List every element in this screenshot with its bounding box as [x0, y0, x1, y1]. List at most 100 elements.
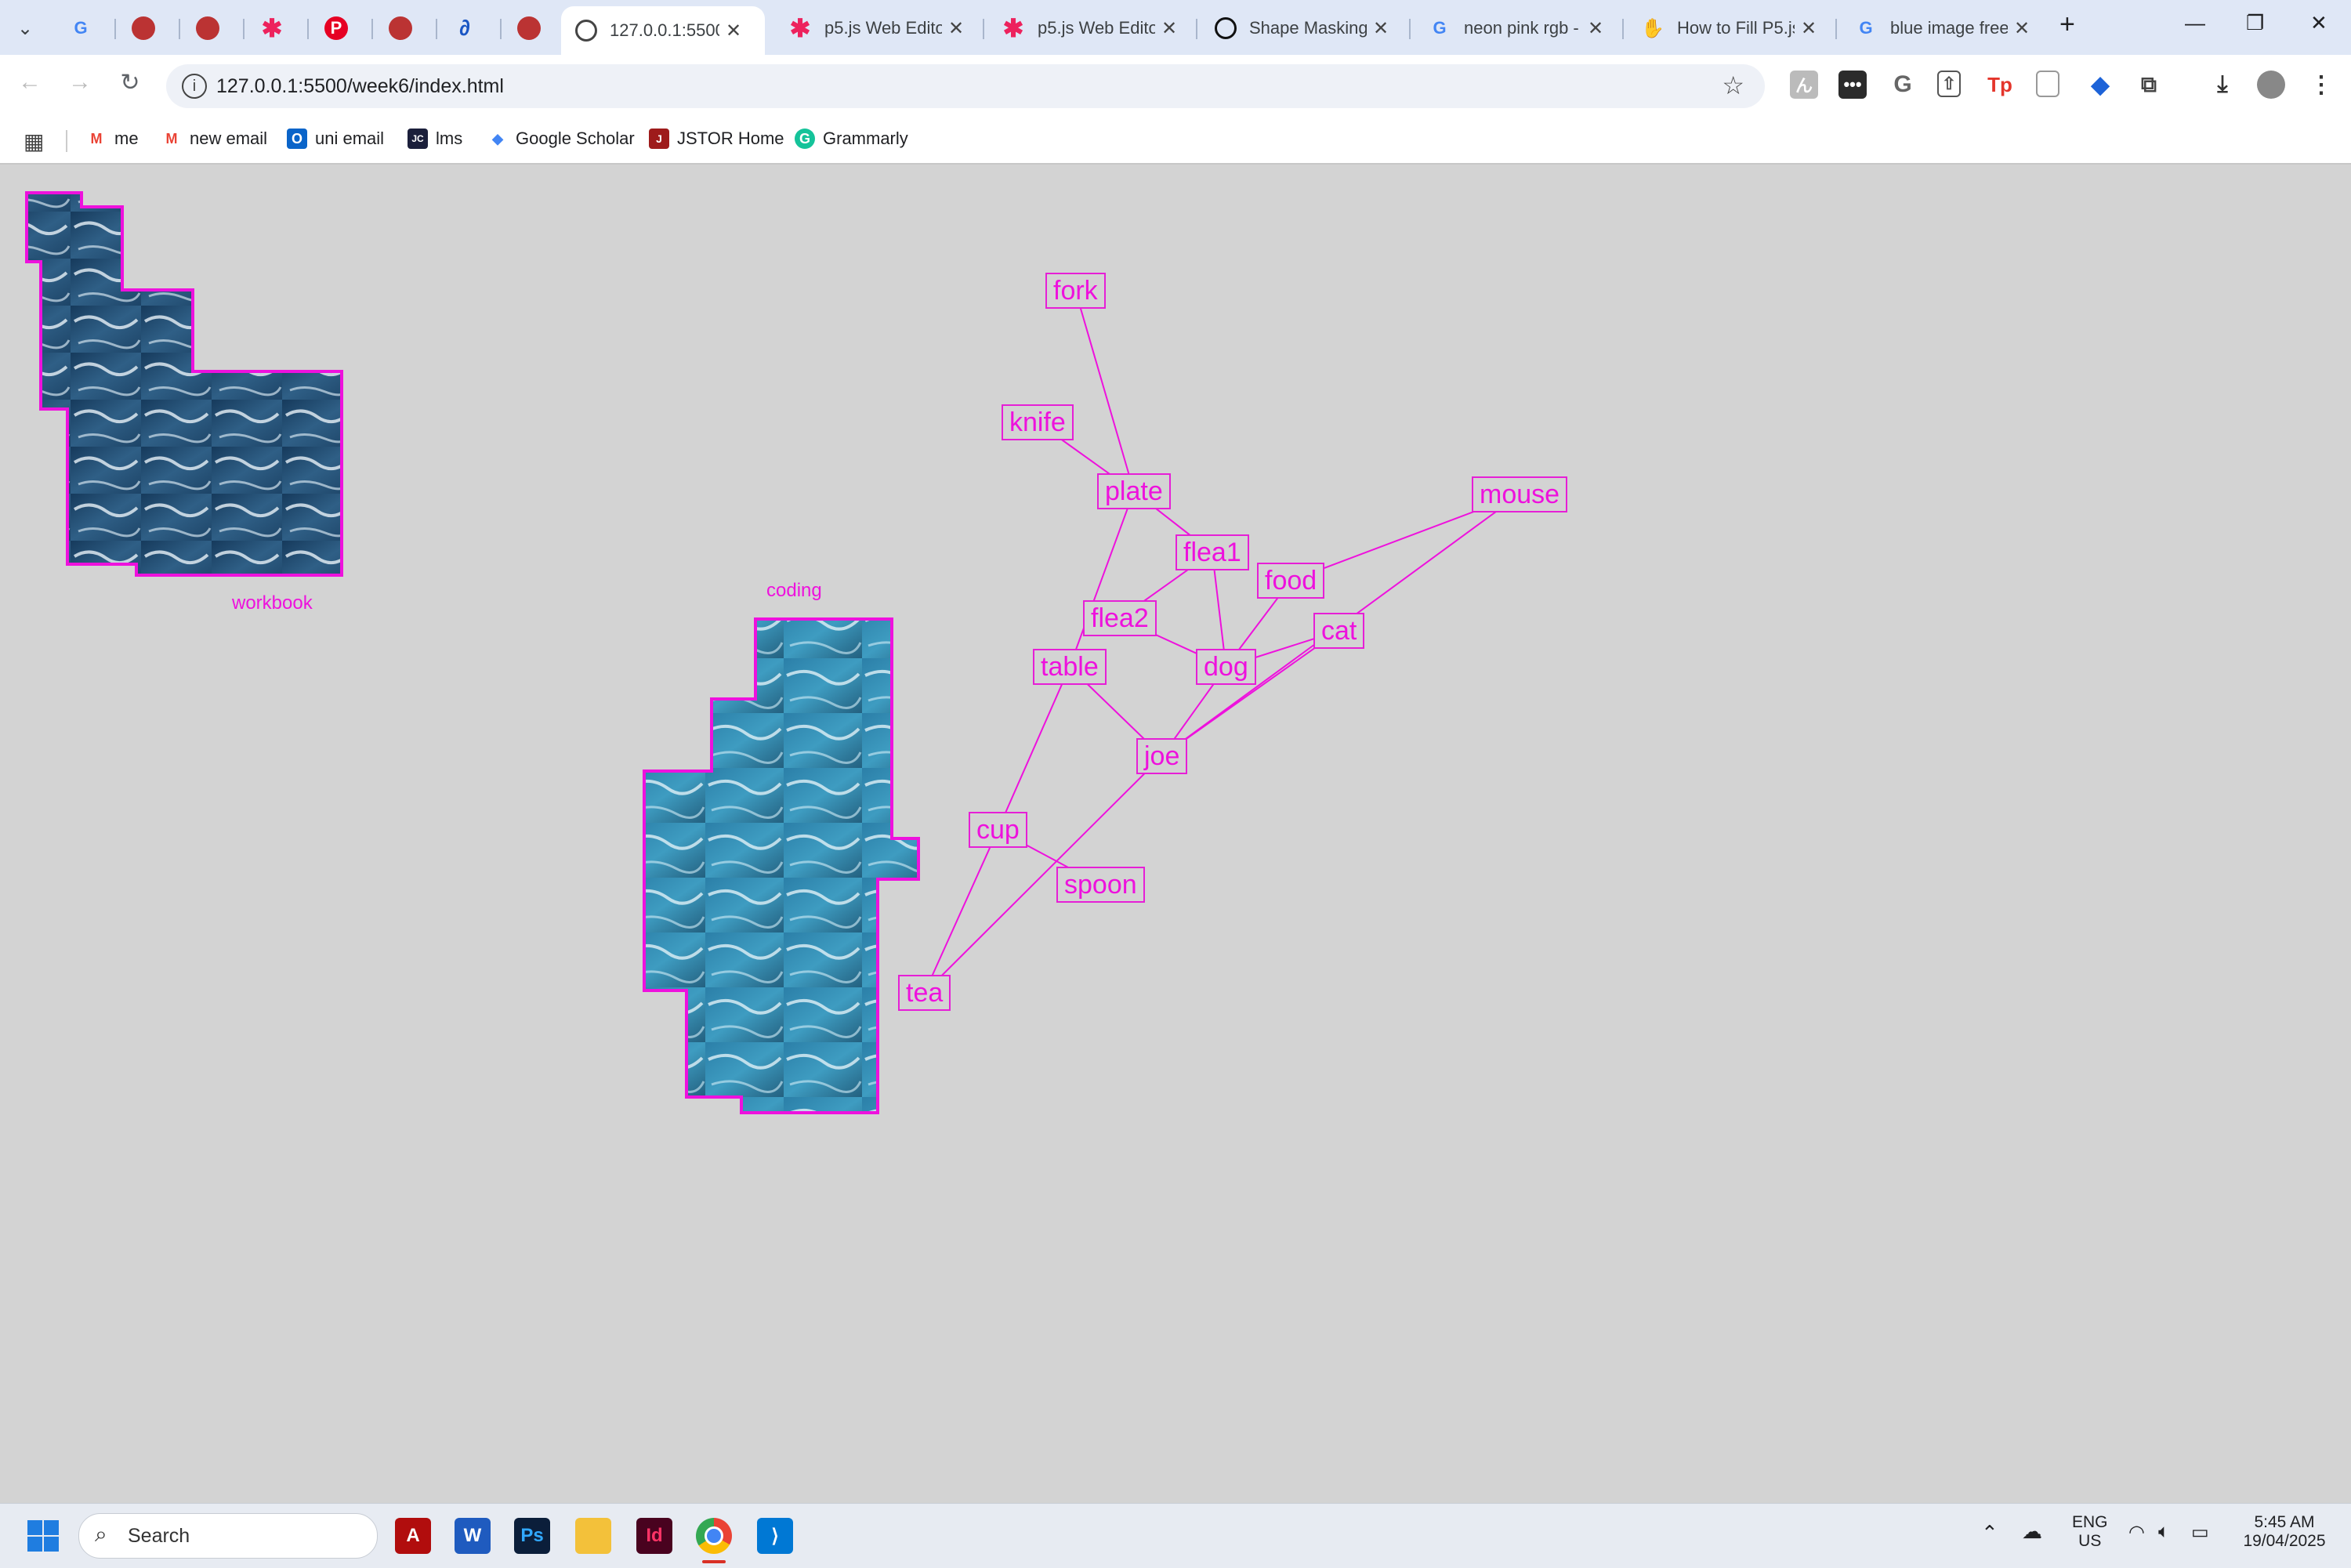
address-bar[interactable]: i 127.0.0.1:5500/week6/index.html ☆: [166, 64, 1765, 108]
document-icon[interactable]: [2036, 71, 2059, 97]
info-icon[interactable]: i: [182, 74, 207, 99]
windows-start-icon[interactable]: [25, 1518, 61, 1554]
bookmark-label: new email: [190, 129, 268, 148]
node-flea1[interactable]: flea1: [1176, 534, 1249, 570]
workbook-image: [25, 191, 343, 577]
google-icon: G: [74, 18, 88, 38]
edge-plate-table: [1068, 491, 1135, 668]
chevron-up-icon[interactable]: ⌃: [1981, 1521, 1998, 1545]
back-icon[interactable]: ←: [13, 69, 47, 96]
node-tea[interactable]: tea: [898, 975, 951, 1011]
tab-11[interactable]: Shape Masking ✕: [1201, 8, 1406, 49]
reload-icon[interactable]: ↻: [113, 69, 147, 96]
tab-2[interactable]: [182, 8, 232, 49]
bookmark-google-scholar[interactable]: ◆ Google Scholar: [487, 129, 635, 149]
bookmark-new-email[interactable]: Mnew email: [161, 129, 268, 149]
battery-icon[interactable]: ▭: [2191, 1521, 2209, 1544]
tab-12[interactable]: G neon pink rgb - ✕: [1414, 8, 1619, 49]
tab-1[interactable]: [118, 8, 168, 49]
grammarly-ext-icon[interactable]: G: [1889, 71, 1917, 99]
tab-0[interactable]: G: [55, 8, 105, 49]
close-icon[interactable]: ✕: [948, 17, 964, 40]
close-window-icon[interactable]: ✕: [2310, 11, 2327, 35]
vscode-icon[interactable]: ⟩: [757, 1518, 793, 1554]
bookmark-lms[interactable]: JC lms: [408, 129, 462, 149]
upload-icon[interactable]: ⇧: [1937, 71, 1961, 97]
restore-icon[interactable]: ❐: [2246, 11, 2264, 35]
file-explorer-icon[interactable]: [575, 1518, 611, 1554]
indesign-icon[interactable]: Id: [636, 1518, 672, 1554]
node-mouse[interactable]: mouse: [1472, 476, 1568, 512]
tab-title: p5.js Web Editor: [1038, 18, 1155, 38]
close-icon[interactable]: ✕: [1588, 17, 1603, 40]
bookmark-label: Grammarly: [823, 129, 908, 148]
apps-grid-icon[interactable]: ▦: [24, 129, 44, 154]
graduation-cap-icon[interactable]: ◆: [2086, 71, 2114, 99]
extension-icon[interactable]: ん: [1790, 71, 1818, 99]
tab-9[interactable]: ✱ p5.js Web Editor ✕: [774, 8, 980, 49]
bookmark-star-icon[interactable]: ☆: [1722, 71, 1744, 100]
p5-icon: ✱: [261, 14, 283, 42]
p5-icon: ✱: [789, 14, 811, 42]
tab-5[interactable]: [375, 8, 425, 49]
wifi-icon[interactable]: ◠: [2128, 1521, 2145, 1544]
close-icon[interactable]: ✕: [2014, 17, 2030, 40]
download-icon[interactable]: ⤓: [2208, 71, 2237, 99]
tab-3[interactable]: ✱: [246, 8, 296, 49]
taskbar-search[interactable]: ⌕ Search: [78, 1513, 378, 1559]
bookmark-grammarly[interactable]: G Grammarly: [795, 129, 908, 149]
pinterest-icon: P: [324, 16, 348, 40]
bookmark-jstor[interactable]: J JSTOR Home: [649, 129, 784, 149]
tab-search-button[interactable]: ⌄: [6, 8, 33, 49]
menu-dots-icon[interactable]: ⋮: [2307, 71, 2335, 99]
language-indicator[interactable]: ENG US: [2072, 1513, 2108, 1551]
node-dog[interactable]: dog: [1196, 649, 1256, 685]
tab-6[interactable]: ∂: [439, 8, 489, 49]
node-plate[interactable]: plate: [1097, 473, 1171, 509]
node-cup[interactable]: cup: [969, 812, 1027, 848]
p5-icon: ✱: [1002, 14, 1024, 42]
hand-icon: ✋: [1641, 17, 1665, 39]
tab-4[interactable]: P: [310, 8, 360, 49]
workbook-label: workbook: [232, 592, 313, 614]
cloud-icon[interactable]: ☁: [2022, 1519, 2042, 1544]
node-cat[interactable]: cat: [1313, 613, 1365, 649]
clock[interactable]: 5:45 AM 19/04/2025: [2233, 1513, 2335, 1551]
puzzle-icon[interactable]: ⧉: [2135, 71, 2163, 99]
chrome-icon[interactable]: [696, 1518, 732, 1554]
close-icon[interactable]: ✕: [726, 20, 741, 42]
bookmark-label: me: [114, 129, 139, 148]
close-icon[interactable]: ✕: [1801, 17, 1817, 40]
node-knife[interactable]: knife: [1002, 404, 1074, 440]
forward-icon[interactable]: →: [63, 69, 97, 96]
tab-10[interactable]: ✱ p5.js Web Editor ✕: [987, 8, 1193, 49]
node-fork[interactable]: fork: [1045, 273, 1106, 309]
close-icon[interactable]: ✕: [1161, 17, 1177, 40]
tab-active[interactable]: 127.0.0.1:5500/w ✕: [561, 6, 765, 55]
edge-cup-tea: [923, 829, 999, 994]
tab-13[interactable]: ✋ How to Fill P5.js ✕: [1627, 8, 1832, 49]
node-spoon[interactable]: spoon: [1056, 867, 1145, 903]
tab-7[interactable]: [503, 8, 553, 49]
new-tab-icon[interactable]: +: [2059, 9, 2075, 40]
link-icon: ∂: [459, 16, 470, 40]
p5-canvas[interactable]: workbook coding fork knife plate mouse f…: [0, 165, 2351, 1503]
tab-14[interactable]: G blue image free ✕: [1840, 8, 2045, 49]
close-icon[interactable]: ✕: [1373, 17, 1389, 40]
node-table[interactable]: table: [1033, 649, 1107, 685]
minimize-icon[interactable]: —: [2185, 11, 2205, 35]
app-icon: [132, 16, 155, 40]
photoshop-icon[interactable]: Ps: [514, 1518, 550, 1554]
node-food[interactable]: food: [1257, 563, 1325, 599]
avatar[interactable]: [2257, 71, 2285, 99]
tp-icon[interactable]: Tp: [1986, 71, 2014, 99]
bookmark-me[interactable]: Mme: [86, 129, 139, 149]
word-icon[interactable]: W: [455, 1518, 491, 1554]
password-icon[interactable]: •••: [1838, 71, 1867, 99]
url-text[interactable]: 127.0.0.1:5500/week6/index.html: [216, 75, 504, 98]
node-flea2[interactable]: flea2: [1083, 600, 1157, 636]
node-joe[interactable]: joe: [1136, 738, 1188, 774]
volume-icon[interactable]: 🔈︎: [2158, 1521, 2169, 1543]
bookmark-uni-email[interactable]: Ouni email: [287, 129, 384, 149]
acrobat-icon[interactable]: A: [395, 1518, 431, 1554]
